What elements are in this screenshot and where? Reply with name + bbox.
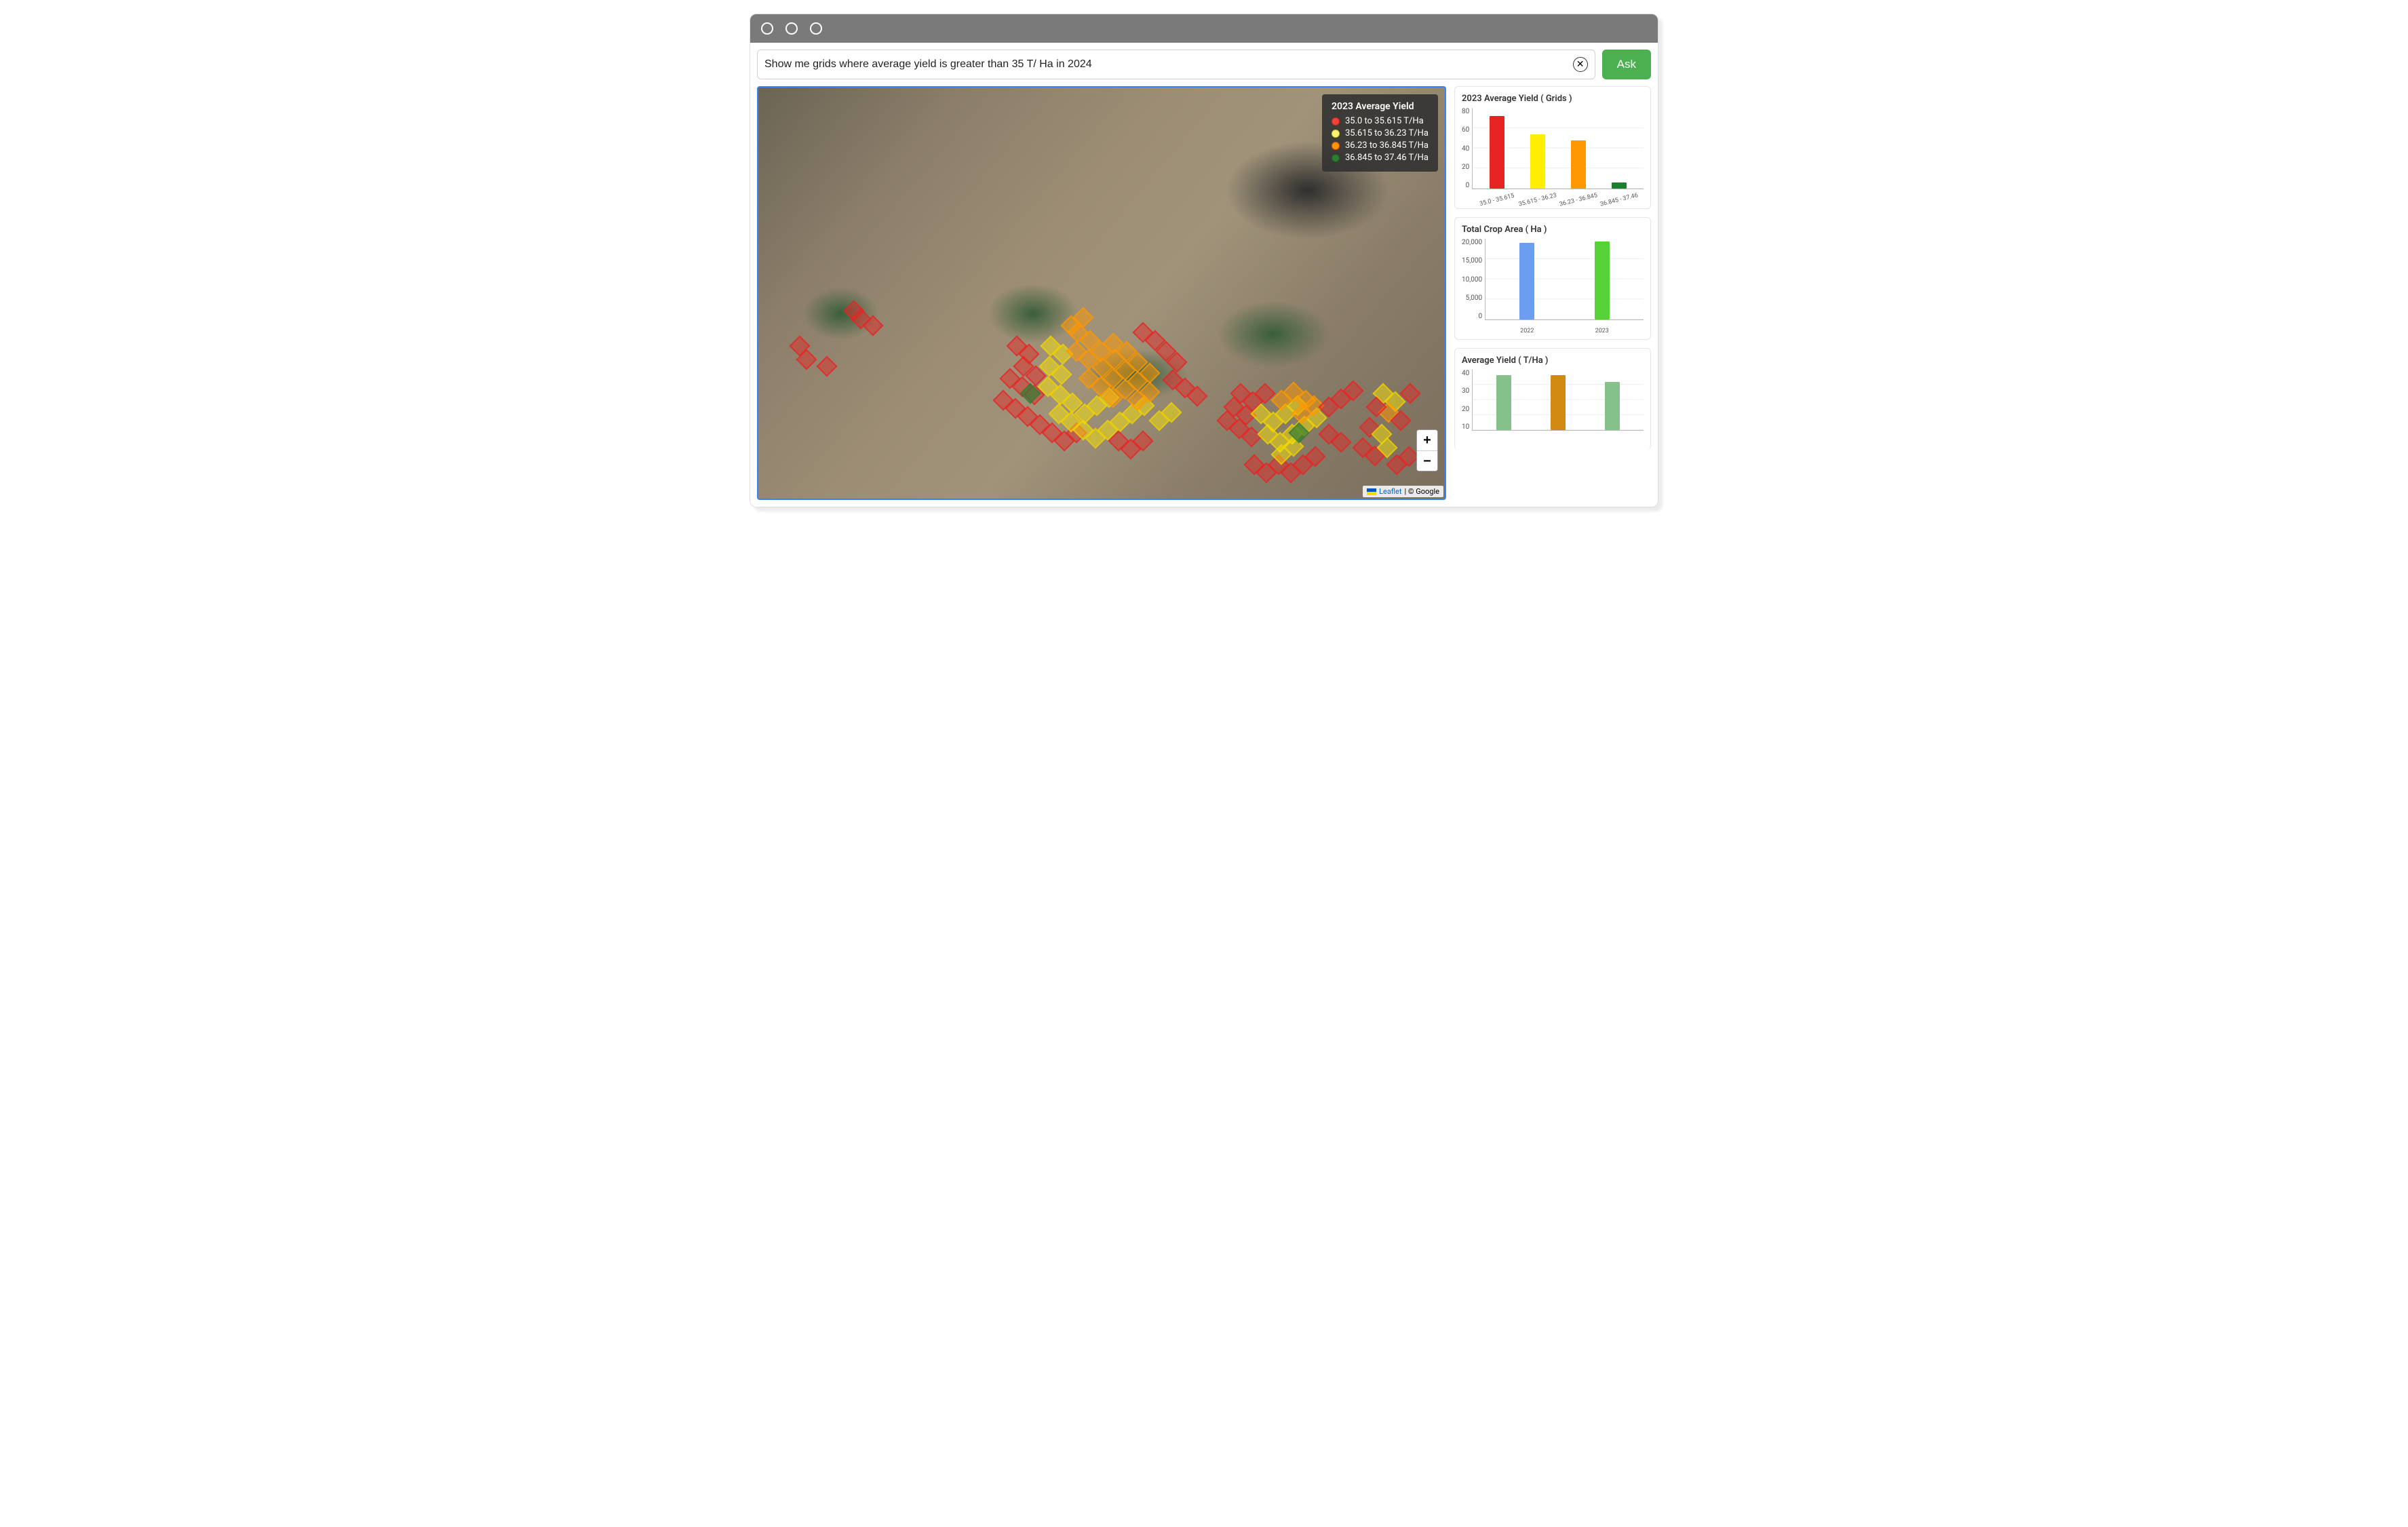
y-tick: 40 (1462, 145, 1469, 153)
zoom-out-button[interactable]: − (1417, 450, 1437, 471)
chart-title: 2023 Average Yield ( Grids ) (1462, 94, 1644, 104)
y-tick: 20 (1462, 406, 1469, 413)
chart-y-axis: 40 30 20 10 (1462, 370, 1472, 444)
y-tick: 0 (1478, 313, 1482, 320)
legend-label: 36.23 to 36.845 T/Ha (1345, 140, 1429, 151)
legend-swatch-icon (1332, 130, 1340, 138)
map-attribution: Leaflet | © Google (1363, 486, 1443, 497)
query-bar: ✕ Ask (750, 43, 1658, 86)
window-control-dot[interactable] (785, 22, 798, 35)
zoom-controls: + − (1416, 429, 1438, 471)
y-tick: 80 (1462, 108, 1469, 115)
main-content: 2023 Average Yield 35.0 to 35.615 T/Ha 3… (750, 86, 1658, 507)
bar-chart: 80 60 40 20 0 35.0 - 35.615 35.615 - 36.2… (1462, 108, 1644, 203)
y-tick: 60 (1462, 126, 1469, 134)
chart-plot: 2022 2023 (1485, 239, 1644, 320)
y-tick: 5,000 (1466, 294, 1482, 302)
legend-swatch-icon (1332, 117, 1340, 125)
window-control-dot[interactable] (810, 22, 822, 35)
window-titlebar (750, 14, 1658, 43)
x-tick: 2022 (1520, 328, 1534, 334)
y-tick: 20 (1462, 163, 1469, 171)
chart-bar: 2022 (1519, 243, 1534, 320)
y-tick: 15,000 (1462, 257, 1482, 265)
chart-y-axis: 80 60 40 20 0 (1462, 108, 1472, 203)
chart-bar (1551, 375, 1566, 430)
charts-sidebar: 2023 Average Yield ( Grids ) 80 60 40 20… (1454, 86, 1651, 500)
app-window: ✕ Ask (750, 14, 1658, 507)
chart-card-avg-yield: Average Yield ( T/Ha ) 40 30 20 10 (1454, 348, 1651, 450)
legend-item: 35.0 to 35.615 T/Ha (1332, 116, 1429, 126)
x-tick: 36.845 - 37.46 (1599, 192, 1639, 208)
y-tick: 10 (1462, 423, 1469, 431)
query-input[interactable] (764, 58, 1573, 71)
legend-label: 35.615 to 36.23 T/Ha (1345, 128, 1429, 138)
ask-button[interactable]: Ask (1602, 50, 1651, 79)
legend-title: 2023 Average Yield (1332, 101, 1429, 112)
y-tick: 0 (1466, 182, 1470, 189)
x-tick: 35.0 - 35.615 (1479, 193, 1515, 208)
legend-label: 35.0 to 35.615 T/Ha (1345, 116, 1424, 126)
y-tick: 30 (1462, 387, 1469, 395)
chart-bar: 2023 (1595, 241, 1610, 320)
legend-swatch-icon (1332, 142, 1340, 150)
flag-icon (1367, 488, 1376, 495)
chart-bar (1496, 375, 1511, 430)
clear-query-button[interactable]: ✕ (1573, 57, 1588, 72)
chart-bar: 35.615 - 36.23 (1530, 134, 1545, 189)
map-legend: 2023 Average Yield 35.0 to 35.615 T/Ha 3… (1322, 94, 1438, 172)
chart-card-grids: 2023 Average Yield ( Grids ) 80 60 40 20… (1454, 86, 1651, 209)
map-panel[interactable]: 2023 Average Yield 35.0 to 35.615 T/Ha 3… (757, 86, 1446, 500)
bar-chart: 20,000 15,000 10,000 5,000 0 2022 2023 (1462, 239, 1644, 334)
legend-item: 36.23 to 36.845 T/Ha (1332, 140, 1429, 151)
query-input-wrap: ✕ (757, 50, 1595, 79)
x-tick: 2023 (1595, 328, 1609, 334)
y-tick: 20,000 (1462, 239, 1482, 246)
legend-label: 36.845 to 37.46 T/Ha (1345, 153, 1429, 163)
chart-plot: 35.0 - 35.615 35.615 - 36.23 36.23 - 36.84… (1472, 108, 1644, 189)
attribution-text: | © Google (1404, 487, 1439, 496)
chart-card-crop-area: Total Crop Area ( Ha ) 20,000 15,000 10,… (1454, 217, 1651, 340)
x-tick: 36.23 - 36.845 (1559, 192, 1598, 208)
chart-bar (1605, 382, 1620, 430)
leaflet-link[interactable]: Leaflet (1379, 487, 1401, 496)
close-icon: ✕ (1576, 60, 1585, 69)
chart-bar: 36.845 - 37.46 (1612, 182, 1627, 189)
chart-bar: 35.0 - 35.615 (1490, 116, 1504, 189)
chart-plot (1472, 370, 1644, 431)
chart-bar: 36.23 - 36.845 (1571, 140, 1586, 189)
x-tick: 35.615 - 36.23 (1518, 192, 1557, 208)
bar-chart: 40 30 20 10 (1462, 370, 1644, 444)
window-control-dot[interactable] (761, 22, 773, 35)
chart-title: Total Crop Area ( Ha ) (1462, 225, 1644, 235)
legend-item: 36.845 to 37.46 T/Ha (1332, 153, 1429, 163)
chart-y-axis: 20,000 15,000 10,000 5,000 0 (1462, 239, 1485, 334)
legend-swatch-icon (1332, 154, 1340, 162)
y-tick: 10,000 (1462, 276, 1482, 284)
chart-title: Average Yield ( T/Ha ) (1462, 355, 1644, 366)
y-tick: 40 (1462, 370, 1469, 377)
zoom-in-button[interactable]: + (1417, 430, 1437, 450)
legend-item: 35.615 to 36.23 T/Ha (1332, 128, 1429, 138)
